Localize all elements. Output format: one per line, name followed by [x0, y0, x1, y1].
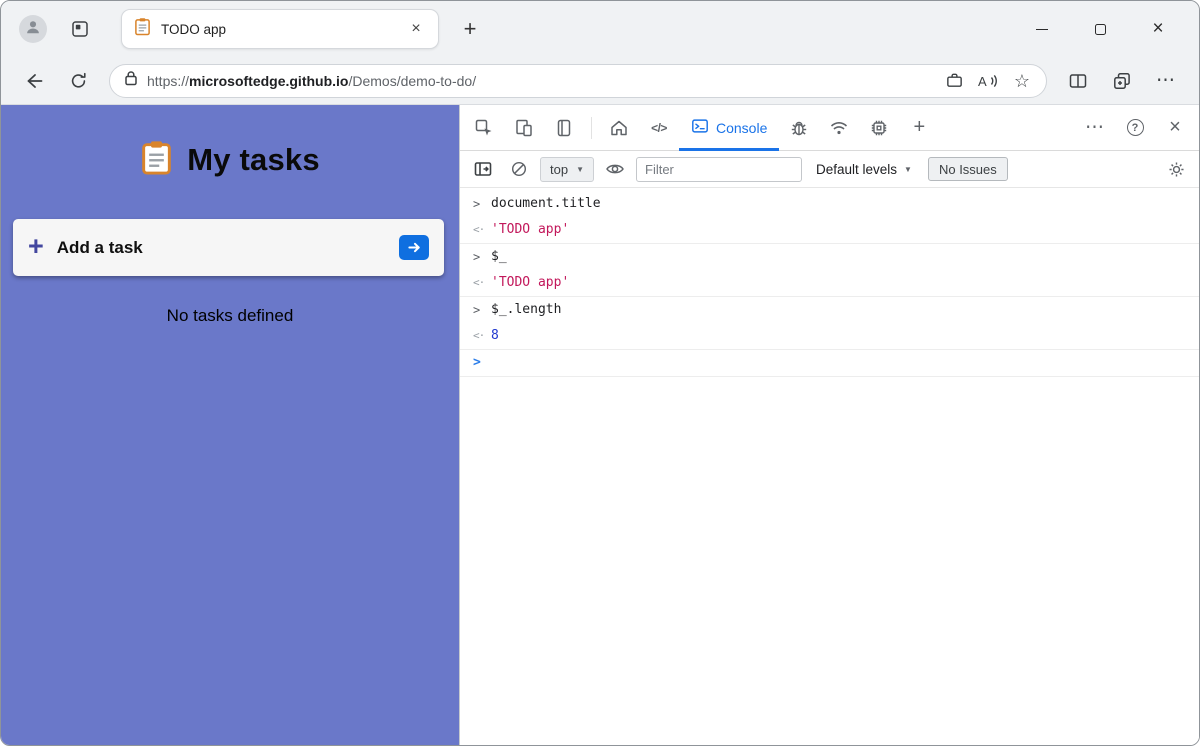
todo-app-page: My tasks + Add a task No tasks defined	[1, 105, 459, 745]
console-text: 'TODO app'	[491, 222, 570, 237]
console-sidebar-icon[interactable]	[468, 155, 498, 183]
tab-console[interactable]: Console	[679, 105, 780, 151]
context-selector-label: top	[550, 161, 569, 177]
minimize-button[interactable]	[1013, 9, 1071, 49]
console-log: > document.title <· 'TODO app' > $_ <· 'TODO ap…	[460, 188, 1199, 745]
svg-text:A: A	[978, 74, 987, 89]
devtools-panel: </> Console + ⋯ ? × top ▼ Filter Default…	[459, 105, 1199, 745]
todo-header: My tasks	[1, 139, 459, 181]
app-install-icon[interactable]	[938, 66, 970, 96]
favorites-star-icon[interactable]: ☆	[1006, 66, 1038, 96]
command-chevron-icon: >	[473, 197, 481, 211]
focus-mode-icon[interactable]	[544, 108, 584, 148]
console-command-row: > $_.length	[460, 297, 1199, 323]
cpu-performance-icon[interactable]	[859, 108, 899, 148]
device-emulation-icon[interactable]	[504, 108, 544, 148]
plus-icon: +	[28, 230, 44, 261]
page-title: My tasks	[187, 142, 320, 177]
browser-menu-icon[interactable]: ⋯	[1147, 62, 1185, 100]
context-selector-dropdown[interactable]: top ▼	[540, 156, 594, 182]
console-text: 8	[491, 328, 499, 343]
command-chevron-icon: >	[473, 250, 481, 264]
welcome-tab-home-icon[interactable]	[599, 108, 639, 148]
console-result-row: <· 8	[460, 323, 1199, 350]
live-expression-eye-icon[interactable]	[600, 155, 630, 183]
url-path: /Demos/demo-to-do/	[348, 72, 477, 89]
devtools-close-icon[interactable]: ×	[1155, 108, 1195, 148]
refresh-icon	[71, 72, 86, 88]
bug-icon[interactable]	[779, 108, 819, 148]
address-bar[interactable]: https://microsoftedge.github.io/Demos/de…	[109, 63, 1047, 98]
read-aloud-icon[interactable]: A	[972, 66, 1004, 96]
browser-window: TODO app × + × https://microsoftedge.git…	[0, 0, 1200, 746]
add-task-submit-button[interactable]	[399, 235, 429, 260]
network-wifi-icon[interactable]	[819, 108, 859, 148]
console-result-row: <· 'TODO app'	[460, 270, 1199, 297]
result-arrow-icon: <·	[473, 329, 485, 342]
collections-icon[interactable]	[1103, 62, 1141, 100]
lock-icon[interactable]	[124, 70, 138, 91]
url-text: https://microsoftedge.github.io/Demos/de…	[147, 73, 476, 89]
tab-close-icon[interactable]: ×	[404, 17, 428, 41]
chevron-down-icon: ▼	[576, 164, 584, 174]
console-command-row: > document.title	[460, 191, 1199, 217]
add-task-input[interactable]: + Add a task	[13, 219, 444, 276]
back-arrow-icon	[27, 73, 43, 88]
empty-state-message: No tasks defined	[166, 306, 294, 325]
arrow-right-icon	[407, 242, 420, 253]
toolbar-divider	[591, 116, 592, 139]
console-text: 'TODO app'	[491, 275, 570, 290]
navigation-bar: https://microsoftedge.github.io/Demos/de…	[1, 57, 1199, 105]
devtools-menu-icon[interactable]: ⋯	[1075, 108, 1115, 148]
refresh-button[interactable]	[59, 62, 97, 100]
console-filter-input[interactable]	[636, 156, 802, 182]
person-icon	[24, 18, 42, 41]
devtools-toolbar: </> Console + ⋯ ? ×	[460, 105, 1199, 151]
devtools-toolbar-right: ⋯ ? ×	[1075, 108, 1195, 148]
tab-strip: TODO app × + ×	[1, 1, 1199, 57]
log-levels-label: Default levels	[816, 161, 898, 177]
console-prompt-row[interactable]: >	[460, 350, 1199, 377]
issues-counter-button[interactable]: No Issues	[927, 157, 1008, 181]
tab-favicon-clipboard-icon	[134, 17, 151, 41]
window-controls: ×	[1013, 9, 1187, 49]
url-host: microsoftedge.github.io	[189, 72, 349, 89]
console-terminal-icon	[691, 117, 709, 138]
prompt-chevron-icon: >	[473, 355, 481, 370]
profile-avatar[interactable]	[19, 15, 47, 43]
console-command-row: > $_	[460, 244, 1199, 270]
add-task-label: Add a task	[56, 237, 143, 257]
inspect-element-icon[interactable]	[464, 108, 504, 148]
clipboard-icon	[140, 139, 173, 181]
tab-actions-icon[interactable]	[63, 12, 97, 46]
maximize-icon	[1094, 23, 1106, 35]
tab-title: TODO app	[161, 21, 227, 37]
more-tools-add-icon[interactable]: +	[899, 108, 939, 148]
console-result-row: <· 'TODO app'	[460, 217, 1199, 244]
chevron-down-icon: ▼	[904, 164, 912, 174]
clear-console-icon[interactable]	[504, 155, 534, 183]
split-screen-icon[interactable]	[1059, 62, 1097, 100]
console-text: $_	[491, 249, 507, 264]
browser-tab[interactable]: TODO app ×	[121, 9, 439, 49]
console-settings-gear-icon[interactable]	[1161, 155, 1191, 183]
result-arrow-icon: <·	[473, 223, 485, 236]
result-arrow-icon: <·	[473, 276, 485, 289]
console-text: document.title	[491, 196, 601, 211]
content-area: My tasks + Add a task No tasks defined <…	[1, 105, 1199, 745]
console-tab-label: Console	[716, 119, 768, 136]
elements-tab-code-icon[interactable]: </>	[639, 108, 679, 148]
address-bar-actions: A ☆	[938, 66, 1038, 96]
url-scheme: https://	[147, 72, 190, 89]
maximize-button[interactable]	[1071, 9, 1129, 49]
help-icon[interactable]: ?	[1115, 108, 1155, 148]
command-chevron-icon: >	[473, 303, 481, 317]
minimize-icon	[1036, 28, 1048, 30]
log-levels-dropdown[interactable]: Default levels ▼	[816, 162, 912, 177]
back-button[interactable]	[15, 62, 53, 100]
window-close-button[interactable]: ×	[1129, 9, 1187, 49]
console-toolbar: top ▼ Default levels ▼ No Issues	[460, 151, 1199, 188]
new-tab-button[interactable]: +	[453, 12, 487, 46]
console-text: $_.length	[491, 302, 562, 317]
